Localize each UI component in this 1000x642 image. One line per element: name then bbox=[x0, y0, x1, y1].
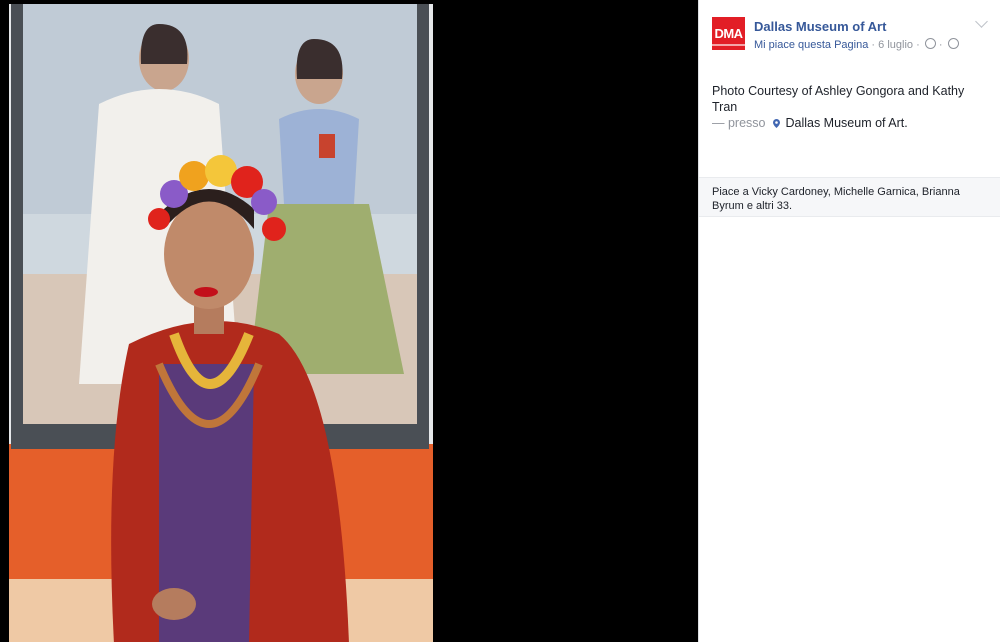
likes-summary: Piace a Vicky Cardoney, Michelle Garnica… bbox=[699, 177, 1000, 217]
page-name-link[interactable]: Dallas Museum of Art bbox=[754, 19, 886, 34]
location-link[interactable]: Dallas Museum of Art. bbox=[785, 116, 907, 130]
likes-text[interactable]: Piace a Vicky Cardoney, Michelle Garnica… bbox=[712, 185, 992, 213]
post-header: DMA Dallas Museum of Art Mi piace questa… bbox=[699, 0, 1000, 58]
location-prefix: — presso bbox=[712, 116, 766, 130]
post-caption: Photo Courtesy of Ashley Gongora and Kat… bbox=[712, 83, 990, 131]
meta-separator-2: · bbox=[916, 39, 923, 51]
page-avatar[interactable]: DMA bbox=[712, 17, 745, 50]
caption-text: Photo Courtesy of Ashley Gongora and Kat… bbox=[712, 84, 965, 114]
page-avatar-underline bbox=[712, 44, 745, 46]
photo-illustration bbox=[9, 4, 433, 642]
page-avatar-text: DMA bbox=[714, 26, 743, 41]
photo-viewer-stage bbox=[0, 0, 698, 642]
location-pin-icon bbox=[772, 119, 780, 128]
post-photo[interactable] bbox=[9, 4, 433, 642]
chevron-down-icon[interactable] bbox=[975, 15, 988, 28]
like-page-link[interactable]: Mi piace questa Pagina bbox=[754, 39, 868, 51]
clock-icon bbox=[924, 38, 936, 49]
post-meta: Mi piace questa Pagina · 6 luglio · · bbox=[754, 38, 959, 51]
globe-icon[interactable] bbox=[947, 38, 959, 49]
post-date[interactable]: 6 luglio bbox=[878, 39, 913, 51]
meta-separator-3: · bbox=[938, 39, 946, 51]
post-sidebar: DMA Dallas Museum of Art Mi piace questa… bbox=[698, 0, 1000, 642]
